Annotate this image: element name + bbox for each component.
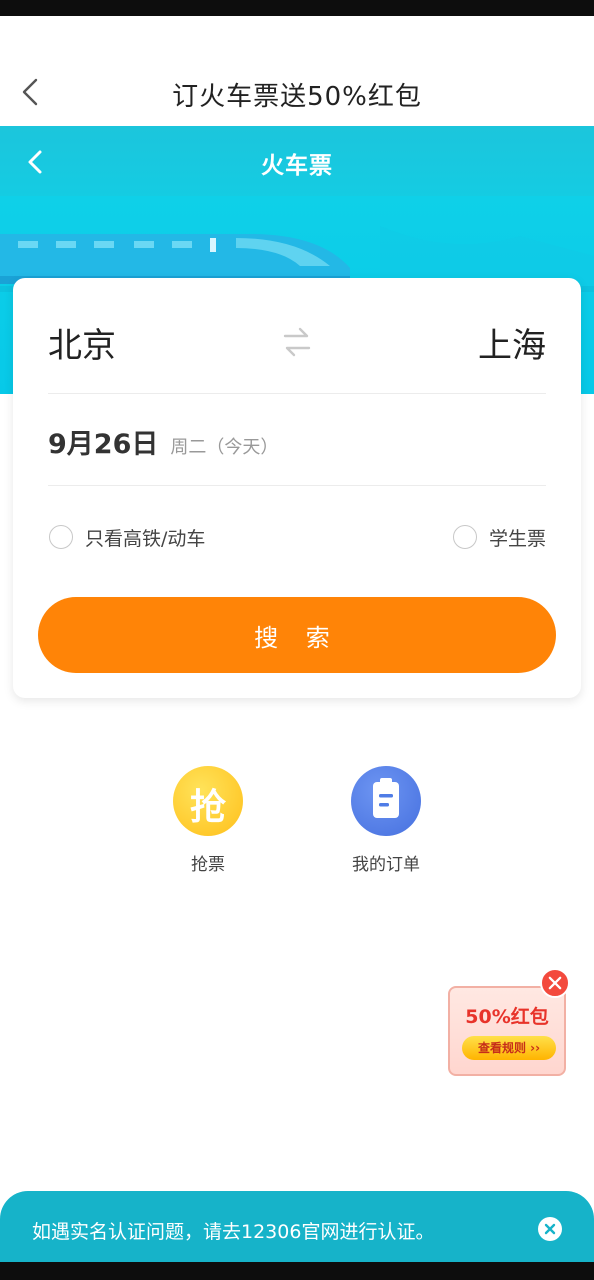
swap-cities-icon[interactable]: [281, 324, 313, 360]
my-orders-label: 我的订单: [352, 855, 420, 875]
ticket-search-card: 北京 上海 9月26日 周二（今天） 只看高铁/动车 学生票 搜 索: [13, 278, 581, 698]
high-speed-only-option[interactable]: 只看高铁/动车: [49, 522, 205, 552]
view-rules-button[interactable]: 查看规则 ››: [462, 1036, 556, 1060]
verification-notice-bar: 如遇实名认证问题，请去12306官网进行认证。: [0, 1191, 594, 1265]
student-ticket-label: 学生票: [488, 527, 546, 550]
red-packet-promo[interactable]: 50%红包 查看规则 ››: [444, 968, 572, 1080]
grab-ticket-label: 抢票: [191, 855, 225, 875]
search-button[interactable]: 搜 索: [38, 597, 556, 673]
student-ticket-radio[interactable]: [452, 525, 477, 549]
departure-city[interactable]: 北京: [48, 318, 116, 367]
high-speed-option-label: 只看高铁/动车: [85, 527, 206, 550]
student-ticket-option[interactable]: 学生票: [452, 522, 546, 552]
top-navigation-bar: 订火车票送50%红包: [0, 16, 594, 126]
header-title: 火车票: [261, 153, 333, 179]
page-title: 订火车票送50%红包: [172, 82, 422, 112]
departure-date: 9月26日: [48, 429, 159, 460]
grab-ticket-glyph: 抢: [189, 787, 226, 828]
arrival-city[interactable]: 上海: [478, 318, 546, 367]
grab-ticket-button[interactable]: 抢 抢票: [148, 766, 268, 875]
promo-close-icon[interactable]: [540, 968, 570, 998]
promo-amount: 50%红包: [465, 1006, 549, 1028]
notice-close-icon[interactable]: [538, 1217, 562, 1241]
promo-panel[interactable]: 50%红包 查看规则 ››: [448, 986, 566, 1076]
status-bar: [0, 0, 594, 16]
departure-weekday: 周二（今天）: [170, 437, 279, 458]
divider: [48, 485, 546, 486]
system-navigation-bar: [0, 1262, 594, 1280]
grab-ticket-icon: 抢: [173, 766, 243, 836]
divider: [48, 393, 546, 394]
high-speed-radio[interactable]: [49, 525, 73, 549]
departure-date-selector[interactable]: 9月26日 周二（今天）: [48, 422, 546, 466]
notice-text: 如遇实名认证问题，请去12306官网进行认证。: [32, 1221, 435, 1243]
my-orders-button[interactable]: 我的订单: [326, 766, 446, 875]
order-clipboard-icon: [351, 766, 421, 836]
